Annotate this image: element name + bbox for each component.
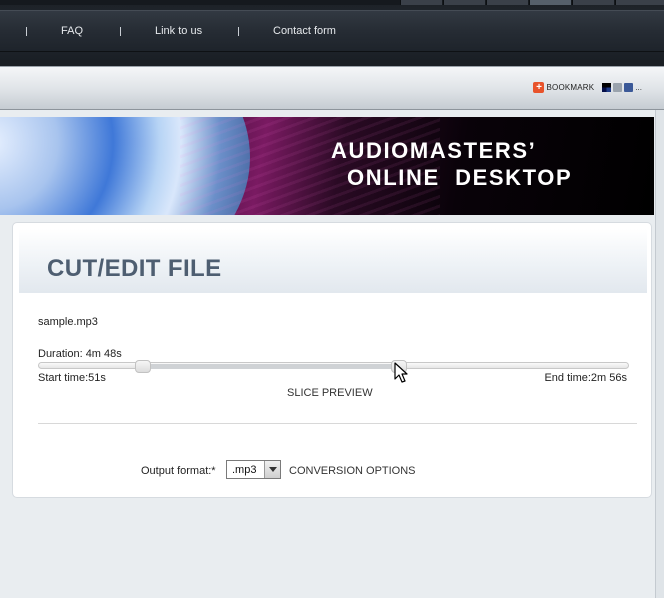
banner-title-line2: ONLINE DESKTOP xyxy=(347,165,573,190)
bookmark-label: BOOKMARK xyxy=(546,83,595,92)
slice-preview-button[interactable]: SLICE PREVIEW xyxy=(287,387,373,399)
end-time-label: End time:2m 56s xyxy=(544,372,627,384)
right-edge xyxy=(655,110,664,598)
bookmark-more[interactable]: ... xyxy=(635,83,642,92)
banner-title: AUDIOMASTERS’ ONLINE DESKTOP xyxy=(331,137,572,191)
output-format-select[interactable]: .mp3 xyxy=(226,460,281,479)
bookmark-widget[interactable]: + BOOKMARK ... xyxy=(533,81,642,94)
delicious-icon[interactable] xyxy=(602,83,612,92)
top-tab-strip xyxy=(0,0,664,5)
start-handle[interactable] xyxy=(134,360,151,373)
top-tab[interactable] xyxy=(443,0,485,5)
banner-title-line1: AUDIOMASTERS’ xyxy=(331,138,537,163)
top-tab[interactable] xyxy=(572,0,614,5)
slice-selected-range xyxy=(142,364,400,369)
top-tab-active[interactable] xyxy=(529,0,571,5)
nav-separator xyxy=(238,27,239,36)
top-navigation: FAQ Link to us Contact form xyxy=(0,0,664,60)
top-tab[interactable] xyxy=(615,0,664,5)
page-title: CUT/EDIT FILE xyxy=(47,255,222,282)
header-band: + BOOKMARK ... xyxy=(0,66,664,110)
top-tab[interactable] xyxy=(486,0,528,5)
nav-separator xyxy=(120,27,121,36)
top-tab[interactable] xyxy=(400,0,442,5)
output-format-label: Output format:* xyxy=(141,465,216,477)
start-time-label: Start time:51s xyxy=(38,372,106,384)
duration-label: Duration: 4m 48s xyxy=(38,348,122,360)
site-banner: AUDIOMASTERS’ ONLINE DESKTOP xyxy=(0,117,654,215)
output-format-value: .mp3 xyxy=(232,464,257,476)
chevron-down-icon[interactable] xyxy=(264,461,280,478)
divider xyxy=(38,423,637,424)
conversion-options-link[interactable]: CONVERSION OPTIONS xyxy=(289,465,416,477)
facebook-icon[interactable] xyxy=(624,83,634,92)
file-name: sample.mp3 xyxy=(38,316,98,328)
nav-link-contact-form[interactable]: Contact form xyxy=(273,25,336,37)
nav-link-faq[interactable]: FAQ xyxy=(61,25,83,37)
bookmark-plus-icon: + xyxy=(533,82,545,93)
nav-link-link-to-us[interactable]: Link to us xyxy=(155,25,202,37)
edit-panel: CUT/EDIT FILE sample.mp3 Duration: 4m 48… xyxy=(12,222,652,498)
mouse-cursor-icon xyxy=(394,362,408,383)
panel-header: CUT/EDIT FILE xyxy=(19,229,647,293)
digg-icon[interactable] xyxy=(613,83,623,92)
nav-separator xyxy=(26,27,27,36)
